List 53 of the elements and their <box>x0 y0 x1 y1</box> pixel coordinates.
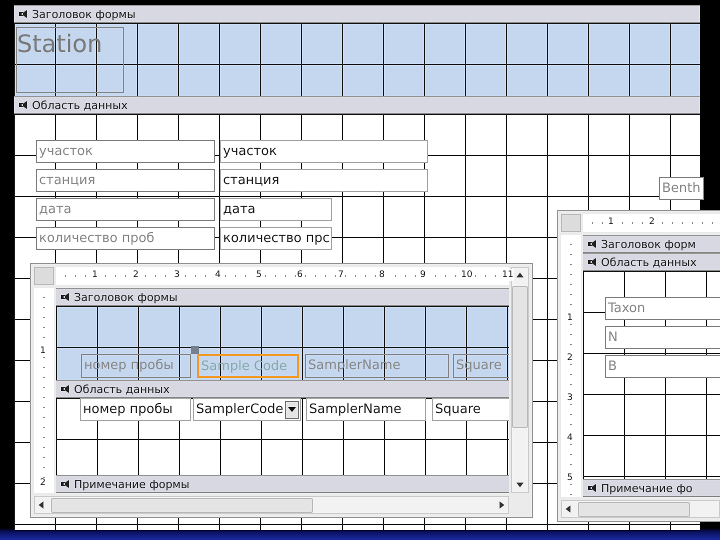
section-title: Область данных <box>601 256 697 268</box>
field-label[interactable]: станция <box>36 169 215 192</box>
horizontal-scrollbar[interactable] <box>34 496 509 514</box>
combo-text: SamplerCode <box>196 401 284 419</box>
combo-box[interactable]: SamplerCode <box>193 398 301 421</box>
field-label[interactable]: Benth <box>659 177 704 200</box>
section-arrow-icon <box>587 483 597 493</box>
section-bar[interactable]: Область данных <box>583 253 720 271</box>
section-title: Заголовок форм <box>601 238 696 250</box>
field-label[interactable]: количество проб <box>36 227 215 250</box>
ruler-number: 11 <box>501 269 514 281</box>
scroll-thumb[interactable] <box>51 498 313 512</box>
ruler-corner[interactable] <box>34 267 54 285</box>
ruler-number: 2 <box>40 478 46 489</box>
section-arrow-icon <box>60 479 70 489</box>
scroll-thumb[interactable] <box>512 286 528 428</box>
section-title: Примечание формы <box>74 478 190 490</box>
section-title: Заголовок формы <box>32 8 136 20</box>
text-box[interactable]: Square <box>432 398 509 421</box>
section-bar[interactable]: Заголовок форм <box>583 235 720 253</box>
field-label[interactable]: Taxon <box>605 297 720 320</box>
section-arrow-icon <box>60 292 70 302</box>
field-label[interactable]: N <box>605 326 720 349</box>
section-bar[interactable]: Примечание фо <box>583 479 720 497</box>
section-arrow-icon <box>18 9 28 19</box>
section-bar[interactable]: Заголовок формы <box>14 5 700 23</box>
section-arrow-icon <box>60 384 70 394</box>
text-box[interactable]: номер пробы <box>80 398 191 421</box>
section-bar[interactable]: Примечание формы <box>56 475 509 493</box>
section-title: Заголовок формы <box>74 290 178 304</box>
section-bar[interactable]: Заголовок формы <box>56 288 509 306</box>
text-box[interactable]: станция <box>220 169 428 192</box>
section-bar[interactable]: Область данных <box>14 96 700 114</box>
section-arrow-icon <box>18 100 28 110</box>
section-title: Примечание фо <box>601 482 692 494</box>
section-arrow-icon <box>587 257 597 267</box>
ruler-corner[interactable] <box>561 214 581 232</box>
section-title: Область данных <box>32 98 128 112</box>
section-title: Область данных <box>74 382 170 396</box>
vertical-scrollbar[interactable] <box>511 267 529 493</box>
text-box[interactable]: дата <box>220 198 332 221</box>
section-arrow-icon <box>587 239 597 249</box>
text-box[interactable]: участок <box>220 140 428 163</box>
field-label[interactable]: B <box>605 355 720 378</box>
field-label[interactable]: участок <box>36 140 215 163</box>
dropdown-icon[interactable] <box>285 400 299 418</box>
scroll-thumb[interactable] <box>578 502 690 516</box>
move-handle[interactable] <box>191 346 199 354</box>
section-bar[interactable]: Область данных <box>56 380 509 398</box>
horizontal-scrollbar[interactable] <box>561 500 720 518</box>
text-box[interactable]: SamplerName <box>306 398 426 421</box>
field-label[interactable]: дата <box>36 198 215 221</box>
text-box[interactable]: количество прс <box>220 227 332 250</box>
